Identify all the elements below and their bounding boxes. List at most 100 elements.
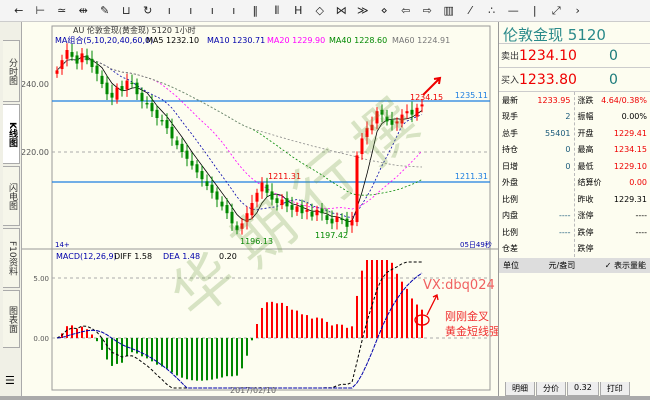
toolbar-tool-icon[interactable]: › <box>567 4 589 17</box>
kline-chart[interactable]: AU 伦敦金现(黄金现) 5120 1小时 MA组合(5,10,20,40,60… <box>22 22 498 400</box>
quote-value: 0 <box>565 161 571 171</box>
candle <box>110 92 114 98</box>
chart-title: AU 伦敦金现(黄金现) 5120 1小时 <box>73 25 196 35</box>
quote-label: 最低 <box>577 161 594 171</box>
quote-row: 仓差 <box>499 241 574 258</box>
toolbar-tool-icon[interactable]: ⇨ <box>417 4 439 17</box>
bottom-tab[interactable]: 0.32 <box>567 382 599 396</box>
quote-label: 开盘 <box>577 128 594 138</box>
tab-chart-surface[interactable]: 图表面 <box>3 290 20 348</box>
candle <box>190 160 194 166</box>
macd-tick: 0.00 <box>33 335 49 343</box>
ma20-legend: MA20 1229.90 <box>267 36 325 45</box>
candle <box>125 80 129 90</box>
toolbar-tool-icon[interactable]: ← <box>8 4 30 17</box>
quote-label: 内盘 <box>502 211 518 221</box>
ask-row: 卖出 1234.10 0 <box>499 44 650 68</box>
quote-row: 比例 <box>499 191 574 208</box>
toolbar-tool-icon[interactable]: ⋄ <box>374 4 396 17</box>
toolbar-tool-icon[interactable]: ı <box>159 4 181 17</box>
hline-label: 1211.31 <box>455 172 488 181</box>
toolbar-tool-icon[interactable]: ⤢ <box>546 4 568 18</box>
toolbar-tool-icon[interactable]: ı <box>223 4 245 17</box>
toolbar-tool-icon[interactable]: ⁄ <box>460 4 482 17</box>
candle <box>95 65 99 74</box>
tab-timeshare[interactable]: 分时图 <box>3 40 20 102</box>
quote-row: 总手 55401 <box>499 125 574 142</box>
toolbar-tool-icon[interactable]: ≃ <box>51 4 73 17</box>
toolbar-tool-icon[interactable]: ⫴ <box>266 4 288 18</box>
quote-row: 日增 0 <box>499 158 574 175</box>
ma60-legend: MA60 1224.91 <box>392 36 450 45</box>
quote-label: 昨收 <box>577 194 594 204</box>
toolbar-tool-icon[interactable]: ↻ <box>137 4 159 17</box>
toolbar-tool-icon[interactable]: ✎ <box>94 4 116 17</box>
quote-value: 1233.95 <box>537 95 571 105</box>
candle <box>210 184 214 193</box>
volume-toggle[interactable]: ✓ 表示量能 <box>605 260 646 271</box>
quote-label: 现手 <box>502 112 518 122</box>
toolbar-tool-icon[interactable]: ‖ <box>245 4 267 17</box>
quote-value: 0.00 <box>629 178 647 188</box>
toolbar-tool-icon[interactable]: ◇ <box>309 4 331 17</box>
tab-flash[interactable]: 闪电图 <box>3 166 20 226</box>
quote-label: 振幅 <box>577 112 594 122</box>
candle <box>185 150 189 159</box>
candle <box>85 55 89 61</box>
toolbar: ← ⊢ ≃ ⇹ ✎ ⊔ ↻ ı ı ı ı ‖ ⫴ H ◇ ⋈ ≫ ⋄ ⇦ ⇨ ▥ ⁄ ∴ — | ⤢ › <box>0 0 650 22</box>
toolbar-tool-icon[interactable]: ⊔ <box>116 4 138 17</box>
left-marker: 14+ <box>55 241 70 249</box>
unit-row: 单位 元/盎司 ✓ 表示量能 <box>499 258 650 273</box>
quote-row: 内盘 ---- <box>499 208 574 225</box>
menu-icon[interactable]: ☰ <box>5 374 15 387</box>
quote-value: 2 <box>565 112 571 122</box>
ma-legend-label: MA组合(5,10,20,40,60,0) <box>55 35 153 45</box>
toolbar-tool-icon[interactable]: ı <box>180 4 202 17</box>
quote-label: 持仓 <box>502 145 518 155</box>
bottom-tab[interactable]: 明细 <box>505 382 535 396</box>
quote-label: 比例 <box>502 227 518 237</box>
toolbar-tool-icon[interactable]: ı <box>202 4 224 17</box>
quote-row: 跌停 ---- <box>575 224 650 241</box>
quote-label: 日增 <box>502 161 518 171</box>
bid-row: 买入 1233.80 0 <box>499 68 650 92</box>
price-tick: 1240.00 <box>22 80 49 89</box>
quote-value: ---- <box>635 211 647 221</box>
golden-cross-note: 刚刚金叉 <box>445 309 489 323</box>
ma10-legend: MA10 1230.71 <box>207 36 265 45</box>
quote-label: 总手 <box>502 128 518 138</box>
candle <box>150 103 154 112</box>
macd-tick: 5.00 <box>33 275 49 283</box>
toolbar-tool-icon[interactable]: ∴ <box>481 4 503 17</box>
candle <box>195 164 199 173</box>
quote-grid: 最新 1233.95 现手 2 总手 55401 持仓 0 日增 0 外盘 比例 内盘 ---- 比例 ---… <box>499 92 650 257</box>
bottom-tab[interactable]: 打印 <box>599 382 630 396</box>
macd-diff: DIFF 1.58 <box>114 252 152 261</box>
quote-title: 伦敦金现 5120 <box>499 22 650 44</box>
toolbar-tool-icon[interactable]: ≫ <box>352 4 374 17</box>
toolbar-tool-icon[interactable]: ⇦ <box>395 4 417 17</box>
quote-label: 外盘 <box>502 178 518 188</box>
toolbar-tool-icon[interactable]: ⋈ <box>331 4 353 17</box>
quote-value: 4.64/0.38% <box>601 95 647 105</box>
candle <box>130 82 134 84</box>
toolbar-tool-icon[interactable]: | <box>524 4 546 17</box>
ma40-legend: MA40 1228.60 <box>329 36 387 45</box>
tab-kline[interactable]: K线图 <box>3 104 20 164</box>
quote-value: 1229.10 <box>613 161 647 171</box>
bottom-tab[interactable]: 分价 <box>536 382 566 396</box>
candle <box>65 50 69 59</box>
trend-note: 黄金短线强势特征明显 <box>445 324 498 338</box>
quote-value: 0.00% <box>621 112 647 122</box>
toolbar-tool-icon[interactable]: — <box>503 4 525 17</box>
tab-f10[interactable]: F10资料 <box>3 228 20 288</box>
candle <box>200 171 204 180</box>
toolbar-tool-icon[interactable]: ▥ <box>438 4 460 17</box>
toolbar-tool-icon[interactable]: H <box>288 4 310 17</box>
candle <box>100 75 104 84</box>
candle <box>220 201 224 207</box>
toolbar-tool-icon[interactable]: ⇹ <box>73 4 95 17</box>
candle <box>105 82 109 95</box>
toolbar-tool-icon[interactable]: ⊢ <box>30 4 52 17</box>
quote-row: 结算价 0.00 <box>575 175 650 192</box>
